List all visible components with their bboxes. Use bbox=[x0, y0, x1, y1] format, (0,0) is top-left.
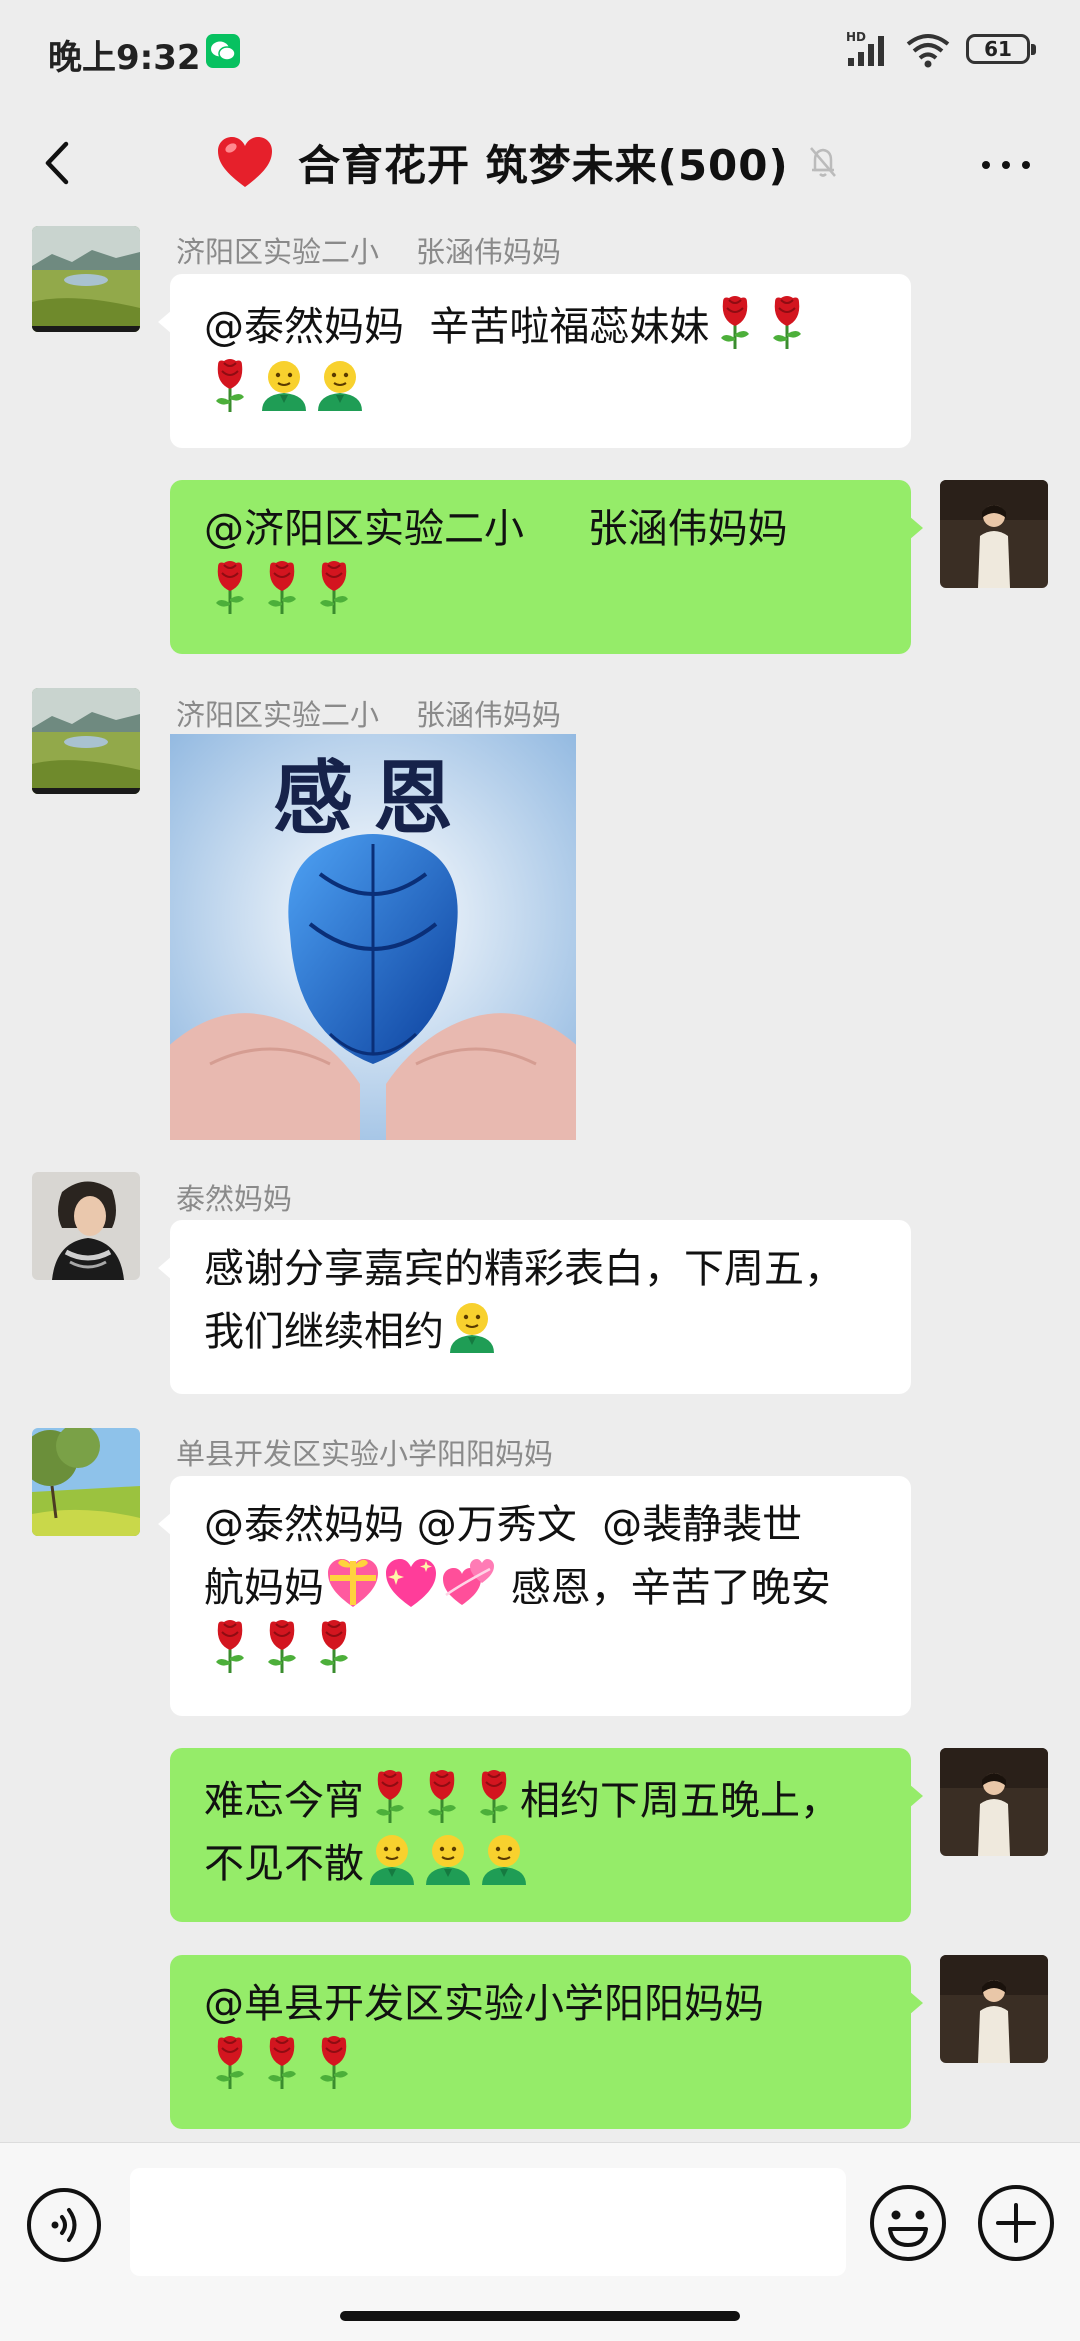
message-line bbox=[204, 1618, 891, 1681]
rose-emoji-icon bbox=[308, 2034, 360, 2090]
rose-emoji-icon bbox=[256, 1618, 308, 1674]
message-line: 难忘今宵 相约下周五晚上， bbox=[204, 1768, 891, 1831]
avatar[interactable] bbox=[32, 1428, 140, 1536]
rose-emoji-icon bbox=[709, 294, 761, 350]
message-line: 不见不散 bbox=[204, 1831, 891, 1894]
message-line bbox=[204, 2034, 891, 2097]
sticker-image[interactable]: 感恩 bbox=[170, 734, 576, 1140]
message-text: 感恩，辛苦了晚安 bbox=[498, 1565, 831, 1611]
message-input[interactable] bbox=[130, 2168, 846, 2276]
message-line: @泰然妈妈 @万秀文 @裴静裴世 bbox=[204, 1496, 891, 1555]
message-bubble[interactable]: @泰然妈妈 @万秀文 @裴静裴世 航妈妈 感恩，辛苦了晚安 bbox=[158, 1476, 911, 1716]
my-avatar[interactable] bbox=[940, 1955, 1048, 2063]
plus-icon bbox=[978, 2185, 1054, 2261]
my-avatar[interactable] bbox=[940, 480, 1048, 588]
message-text: @济阳区实验二小 张涵伟妈妈 bbox=[204, 506, 788, 552]
my-avatar[interactable] bbox=[940, 1748, 1048, 1856]
message-text: @泰然妈妈 辛苦啦福蕊妹妹 bbox=[204, 304, 710, 350]
message-line: @泰然妈妈 辛苦啦福蕊妹妹 bbox=[204, 294, 891, 357]
avatar[interactable] bbox=[32, 226, 140, 332]
smiley-emoji-icon bbox=[444, 1299, 500, 1355]
rose-emoji-icon bbox=[256, 559, 308, 615]
emoji-button[interactable] bbox=[868, 2183, 948, 2263]
sender-name: 济阳区实验二小 张涵伟妈妈 bbox=[176, 698, 561, 732]
gift-heart-emoji-icon bbox=[324, 1555, 382, 1611]
smiley-emoji-icon bbox=[312, 357, 368, 413]
voice-icon bbox=[27, 2188, 101, 2262]
message-text: @单县开发区实验小学阳阳妈妈 bbox=[204, 1981, 764, 2027]
two-hearts-emoji-icon bbox=[440, 1555, 498, 1611]
message-line bbox=[204, 357, 891, 420]
message-line: 我们继续相约 bbox=[204, 1299, 891, 1362]
home-indicator bbox=[340, 2311, 740, 2321]
message-bubble[interactable]: @单县开发区实验小学阳阳妈妈 bbox=[170, 1955, 923, 2129]
rose-emoji-icon bbox=[308, 1618, 360, 1674]
message-line bbox=[204, 559, 891, 622]
rose-emoji-icon bbox=[204, 559, 256, 615]
message-text: 我们继续相约 bbox=[204, 1309, 444, 1355]
sparkling-heart-emoji-icon bbox=[382, 1555, 440, 1611]
sender-name: 单县开发区实验小学阳阳妈妈 bbox=[176, 1437, 554, 1471]
avatar[interactable] bbox=[32, 688, 140, 794]
message-text: 感谢分享嘉宾的精彩表白，下周五， bbox=[204, 1246, 844, 1292]
message-text: @泰然妈妈 @万秀文 @裴静裴世 bbox=[204, 1502, 803, 1548]
rose-emoji-icon bbox=[364, 1768, 416, 1824]
rose-emoji-icon bbox=[308, 559, 360, 615]
sender-name: 济阳区实验二小 张涵伟妈妈 bbox=[176, 235, 561, 269]
smiley-emoji-icon bbox=[420, 1831, 476, 1887]
message-line: @济阳区实验二小 张涵伟妈妈 bbox=[204, 500, 891, 559]
rose-emoji-icon bbox=[204, 1618, 256, 1674]
voice-button[interactable] bbox=[26, 2187, 102, 2263]
smiley-emoji-icon bbox=[364, 1831, 420, 1887]
rose-emoji-icon bbox=[416, 1768, 468, 1824]
sender-name: 泰然妈妈 bbox=[176, 1182, 293, 1216]
message-text: 相约下周五晚上， bbox=[520, 1778, 840, 1824]
message-text: 不见不散 bbox=[204, 1841, 364, 1887]
smiley-emoji-icon bbox=[476, 1831, 532, 1887]
avatar[interactable] bbox=[32, 1172, 140, 1280]
sticker-caption: 感恩 bbox=[273, 751, 473, 845]
message-line: 感谢分享嘉宾的精彩表白，下周五， bbox=[204, 1240, 891, 1299]
more-functions-button[interactable] bbox=[976, 2183, 1056, 2263]
rose-emoji-icon bbox=[256, 2034, 308, 2090]
message-bubble[interactable]: 难忘今宵 相约下周五晚上， 不见不散 bbox=[170, 1748, 923, 1922]
message-line: @单县开发区实验小学阳阳妈妈 bbox=[204, 1975, 891, 2034]
smiley-emoji-icon bbox=[256, 357, 312, 413]
emoji-face-icon bbox=[870, 2185, 946, 2261]
rose-emoji-icon bbox=[204, 357, 256, 413]
message-bubble[interactable]: 感谢分享嘉宾的精彩表白，下周五， 我们继续相约 bbox=[158, 1220, 911, 1394]
message-text: 难忘今宵 bbox=[204, 1778, 364, 1824]
rose-emoji-icon bbox=[204, 2034, 256, 2090]
message-line: 航妈妈 感恩，辛苦了晚安 bbox=[204, 1555, 891, 1618]
rose-emoji-icon bbox=[761, 294, 813, 350]
message-bubble[interactable]: @泰然妈妈 辛苦啦福蕊妹妹 bbox=[158, 274, 911, 448]
rose-emoji-icon bbox=[468, 1768, 520, 1824]
message-bubble[interactable]: @济阳区实验二小 张涵伟妈妈 bbox=[170, 480, 923, 654]
message-text: 航妈妈 bbox=[204, 1565, 324, 1611]
